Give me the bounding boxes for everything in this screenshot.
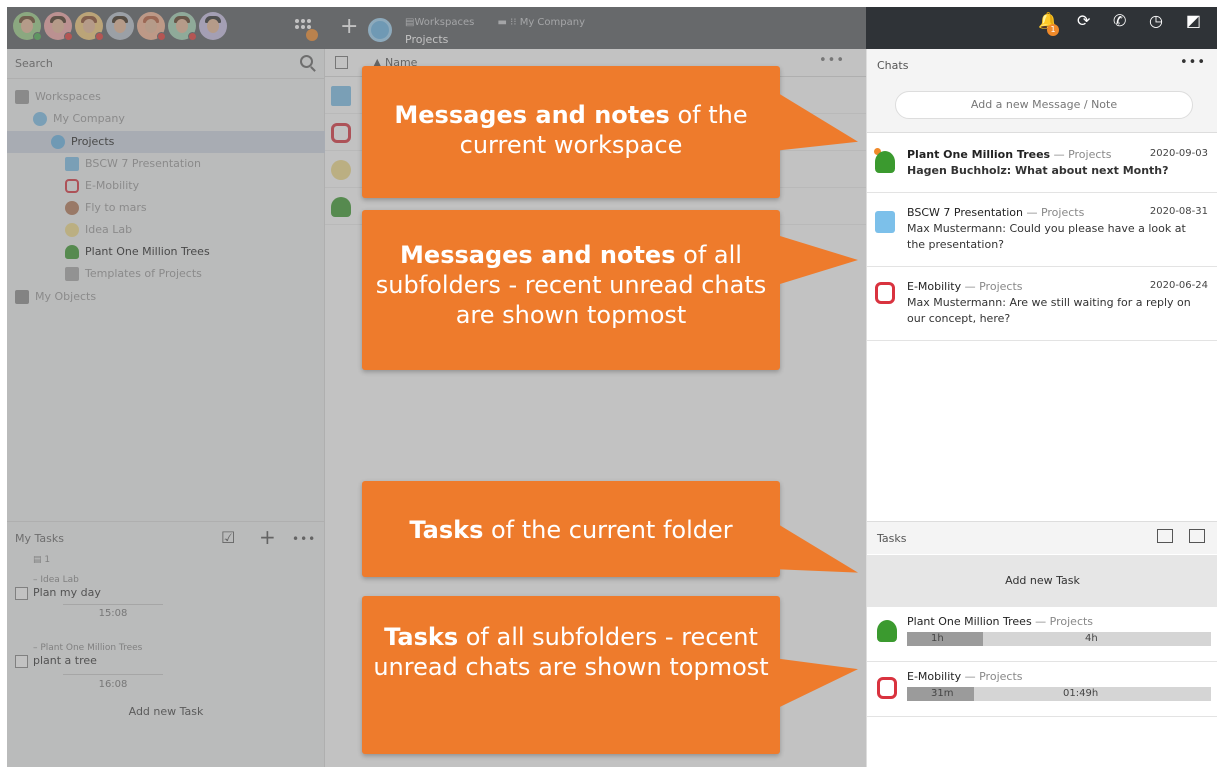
callout-subfolder-tasks: Tasks of all subfolders - recent unread … <box>362 596 780 754</box>
chat-preview: Max Mustermann: Are we still waiting for… <box>907 296 1191 325</box>
tree-icon <box>877 620 897 642</box>
task-spent: 31m <box>931 688 954 699</box>
task-title: Plant One Million Trees — Projects <box>907 615 1094 628</box>
chat-date: 2020-08-31 <box>1149 206 1208 217</box>
logo-icon[interactable]: ◩ <box>1186 10 1201 32</box>
chat-title: E-Mobility — Projects <box>907 280 1023 293</box>
calendar-icon[interactable] <box>1189 529 1205 543</box>
task-item[interactable]: Plant One Million Trees — Projects 1h 4h <box>867 607 1217 662</box>
right-panel: Chats ••• Add a new Message / Note Plant… <box>866 49 1217 767</box>
presentation-icon <box>875 211 895 233</box>
callout-pointer <box>780 236 858 284</box>
callout-subfolder-messages: Messages and notes of all subfolders - r… <box>362 210 780 370</box>
chat-date: 2020-09-03 <box>1149 148 1208 159</box>
phone-icon[interactable]: ✆ <box>1113 10 1126 32</box>
chat-title: Plant One Million Trees — Projects <box>907 148 1112 161</box>
chat-preview: Max Mustermann: Could you please have a … <box>907 222 1186 251</box>
chats-header: Chats ••• <box>867 49 1217 79</box>
more-icon[interactable]: ••• <box>1180 55 1206 70</box>
task-progress-bar: 1h 4h <box>907 632 1211 646</box>
task-estimate: 01:49h <box>1063 688 1099 699</box>
task-progress-fill <box>907 632 983 646</box>
chat-item[interactable]: Plant One Million Trees — Projects 2020-… <box>867 133 1217 193</box>
chat-item[interactable]: BSCW 7 Presentation — Projects 2020-08-3… <box>867 193 1217 267</box>
tree-icon <box>875 151 895 173</box>
message-input-area: Add a new Message / Note <box>867 79 1217 133</box>
callout-current-workspace-messages: Messages and notes of the current worksp… <box>362 66 780 198</box>
sync-icon[interactable]: ⟳ <box>1077 10 1090 32</box>
tasks-header: Tasks <box>867 521 1217 554</box>
task-spent: 1h <box>931 633 944 644</box>
chat-title: BSCW 7 Presentation — Projects <box>907 206 1085 219</box>
chat-date: 2020-06-24 <box>1149 280 1208 291</box>
message-input[interactable]: Add a new Message / Note <box>895 91 1193 119</box>
task-progress-bar: 31m 01:49h <box>907 687 1211 701</box>
clock-icon[interactable]: ◷ <box>1149 10 1163 32</box>
e-mobility-icon <box>875 282 895 304</box>
list-view-icon[interactable] <box>1157 529 1173 543</box>
chat-preview: Hagen Buchholz: What about next Month? <box>907 164 1169 177</box>
task-title: E-Mobility — Projects <box>907 670 1023 683</box>
e-mobility-icon <box>877 677 897 699</box>
tasks-area: Tasks Add new Task Plant One Million Tre… <box>867 521 1217 767</box>
chats-title: Chats <box>877 59 909 72</box>
task-item[interactable]: E-Mobility — Projects 31m 01:49h <box>867 662 1217 717</box>
callout-current-folder-tasks: Tasks of the current folder <box>362 481 780 577</box>
notification-badge: 1 <box>1047 24 1059 36</box>
tasks-title: Tasks <box>877 532 907 545</box>
chat-item[interactable]: E-Mobility — Projects 2020-06-24 Max Mus… <box>867 267 1217 341</box>
task-estimate: 4h <box>1085 633 1098 644</box>
add-task-button[interactable]: Add new Task <box>867 555 1217 607</box>
